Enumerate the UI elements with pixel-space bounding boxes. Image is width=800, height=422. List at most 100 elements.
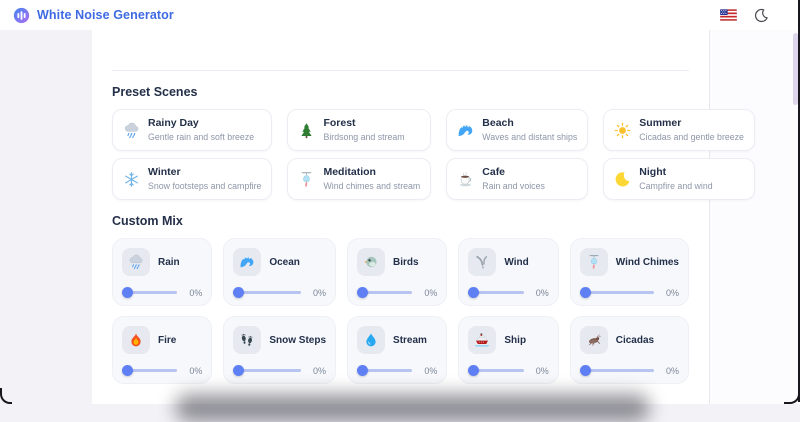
preset-name: Beach	[482, 117, 577, 130]
crescent-moon-icon	[614, 171, 631, 188]
volume-value: 0%	[184, 288, 202, 298]
preset-name: Winter	[148, 166, 261, 179]
volume-value: 0%	[184, 366, 202, 376]
preset-description: Wind chimes and stream	[323, 181, 420, 192]
theme-toggle-moon-icon[interactable]	[754, 8, 769, 23]
sound-icon-badge	[580, 248, 608, 276]
preset-name: Rainy Day	[148, 117, 254, 130]
slider-track	[580, 291, 654, 294]
language-flag-button[interactable]	[720, 9, 737, 21]
header-actions	[720, 8, 787, 23]
preset-description: Gentle rain and soft breeze	[148, 132, 254, 143]
sound-icon-badge	[122, 248, 150, 276]
preset-card-winter[interactable]: Winter Snow footsteps and campfire	[112, 158, 272, 200]
volume-value: 0%	[419, 366, 437, 376]
mixer-card-cicadas: Cicadas 0%	[570, 316, 689, 384]
preset-card-rainy-day[interactable]: Rainy Day Gentle rain and soft breeze	[112, 109, 272, 151]
app-logo-icon	[13, 7, 30, 24]
preset-grid: Rainy Day Gentle rain and soft breeze Fo…	[112, 109, 689, 200]
wave-icon	[239, 254, 255, 270]
slider-thumb[interactable]	[357, 287, 368, 298]
fire-icon	[128, 332, 144, 348]
volume-slider-rain[interactable]	[122, 287, 177, 298]
rain-cloud-icon	[123, 122, 140, 139]
wind-chime-icon	[298, 171, 315, 188]
scrollbar-thumb[interactable]	[793, 33, 798, 105]
preset-card-forest[interactable]: Forest Birdsong and stream	[287, 109, 431, 151]
volume-slider-birds[interactable]	[357, 287, 412, 298]
volume-slider-ocean[interactable]	[233, 287, 301, 298]
wind-chime-icon	[586, 254, 602, 270]
preset-card-night[interactable]: Night Campfire and wind	[603, 158, 755, 200]
sound-icon-badge	[357, 326, 385, 354]
preset-description: Waves and distant ships	[482, 132, 577, 143]
app-header: White Noise Generator	[0, 0, 800, 30]
sound-icon-badge	[357, 248, 385, 276]
mixer-card-stream: Stream 0%	[347, 316, 447, 384]
volume-slider-fire[interactable]	[122, 365, 177, 376]
mixer-sound-name: Ocean	[269, 257, 300, 268]
cricket-icon	[586, 332, 602, 348]
preset-card-summer[interactable]: Summer Cicadas and gentle breeze	[603, 109, 755, 151]
mixer-card-wind-chimes: Wind Chimes 0%	[570, 238, 689, 306]
mixer-card-ship: Ship 0%	[458, 316, 558, 384]
slider-thumb[interactable]	[468, 287, 479, 298]
preset-description: Birdsong and stream	[323, 132, 404, 143]
slider-thumb[interactable]	[233, 365, 244, 376]
volume-slider-ship[interactable]	[468, 365, 523, 376]
page-background: Preset Scenes Rainy Day Gentle rain and …	[0, 30, 800, 404]
sound-icon-badge	[233, 248, 261, 276]
custom-mix-title: Custom Mix	[112, 214, 689, 228]
snowflake-icon	[123, 171, 140, 188]
slider-thumb[interactable]	[580, 287, 591, 298]
volume-slider-snow-steps[interactable]	[233, 365, 301, 376]
preset-description: Rain and voices	[482, 181, 545, 192]
evergreen-tree-icon	[298, 122, 315, 139]
slider-thumb[interactable]	[580, 365, 591, 376]
mixer-sound-name: Stream	[393, 335, 427, 346]
volume-value: 0%	[531, 288, 549, 298]
volume-slider-cicadas[interactable]	[580, 365, 654, 376]
slider-thumb[interactable]	[122, 287, 133, 298]
slider-thumb[interactable]	[357, 365, 368, 376]
volume-value: 0%	[661, 288, 679, 298]
volume-value: 0%	[531, 366, 549, 376]
preset-description: Campfire and wind	[639, 181, 712, 192]
sound-icon-badge	[468, 248, 496, 276]
slider-track	[580, 369, 654, 372]
mixer-sound-name: Birds	[393, 257, 419, 268]
volume-value: 0%	[661, 366, 679, 376]
mixer-card-snow-steps: Snow Steps 0%	[223, 316, 336, 384]
volume-value: 0%	[308, 366, 326, 376]
preset-card-beach[interactable]: Beach Waves and distant ships	[446, 109, 588, 151]
sound-icon-badge	[122, 326, 150, 354]
mixer-card-fire: Fire 0%	[112, 316, 212, 384]
volume-slider-wind[interactable]	[468, 287, 523, 298]
ship-icon	[474, 332, 490, 348]
preset-name: Forest	[323, 117, 404, 130]
volume-value: 0%	[419, 288, 437, 298]
preset-description: Cicadas and gentle breeze	[639, 132, 744, 143]
slider-thumb[interactable]	[233, 287, 244, 298]
volume-value: 0%	[308, 288, 326, 298]
slider-thumb[interactable]	[122, 365, 133, 376]
volume-slider-stream[interactable]	[357, 365, 412, 376]
sound-icon-badge	[580, 326, 608, 354]
preset-card-meditation[interactable]: Meditation Wind chimes and stream	[287, 158, 431, 200]
main-content: Preset Scenes Rainy Day Gentle rain and …	[92, 30, 710, 404]
mixer-sound-name: Rain	[158, 257, 180, 268]
wave-icon	[457, 122, 474, 139]
rain-cloud-icon	[128, 254, 144, 270]
mixer-sound-name: Ship	[504, 335, 526, 346]
wind-gust-icon	[474, 254, 490, 270]
mixer-sound-name: Cicadas	[616, 335, 654, 346]
mixer-sound-name: Fire	[158, 335, 176, 346]
mixer-card-birds: Birds 0%	[347, 238, 447, 306]
preset-card-cafe[interactable]: Cafe Rain and voices	[446, 158, 588, 200]
mixer-card-wind: Wind 0%	[458, 238, 558, 306]
preset-name: Meditation	[323, 166, 420, 179]
slider-thumb[interactable]	[468, 365, 479, 376]
preset-name: Cafe	[482, 166, 545, 179]
sound-icon-badge	[233, 326, 261, 354]
volume-slider-wind-chimes[interactable]	[580, 287, 654, 298]
